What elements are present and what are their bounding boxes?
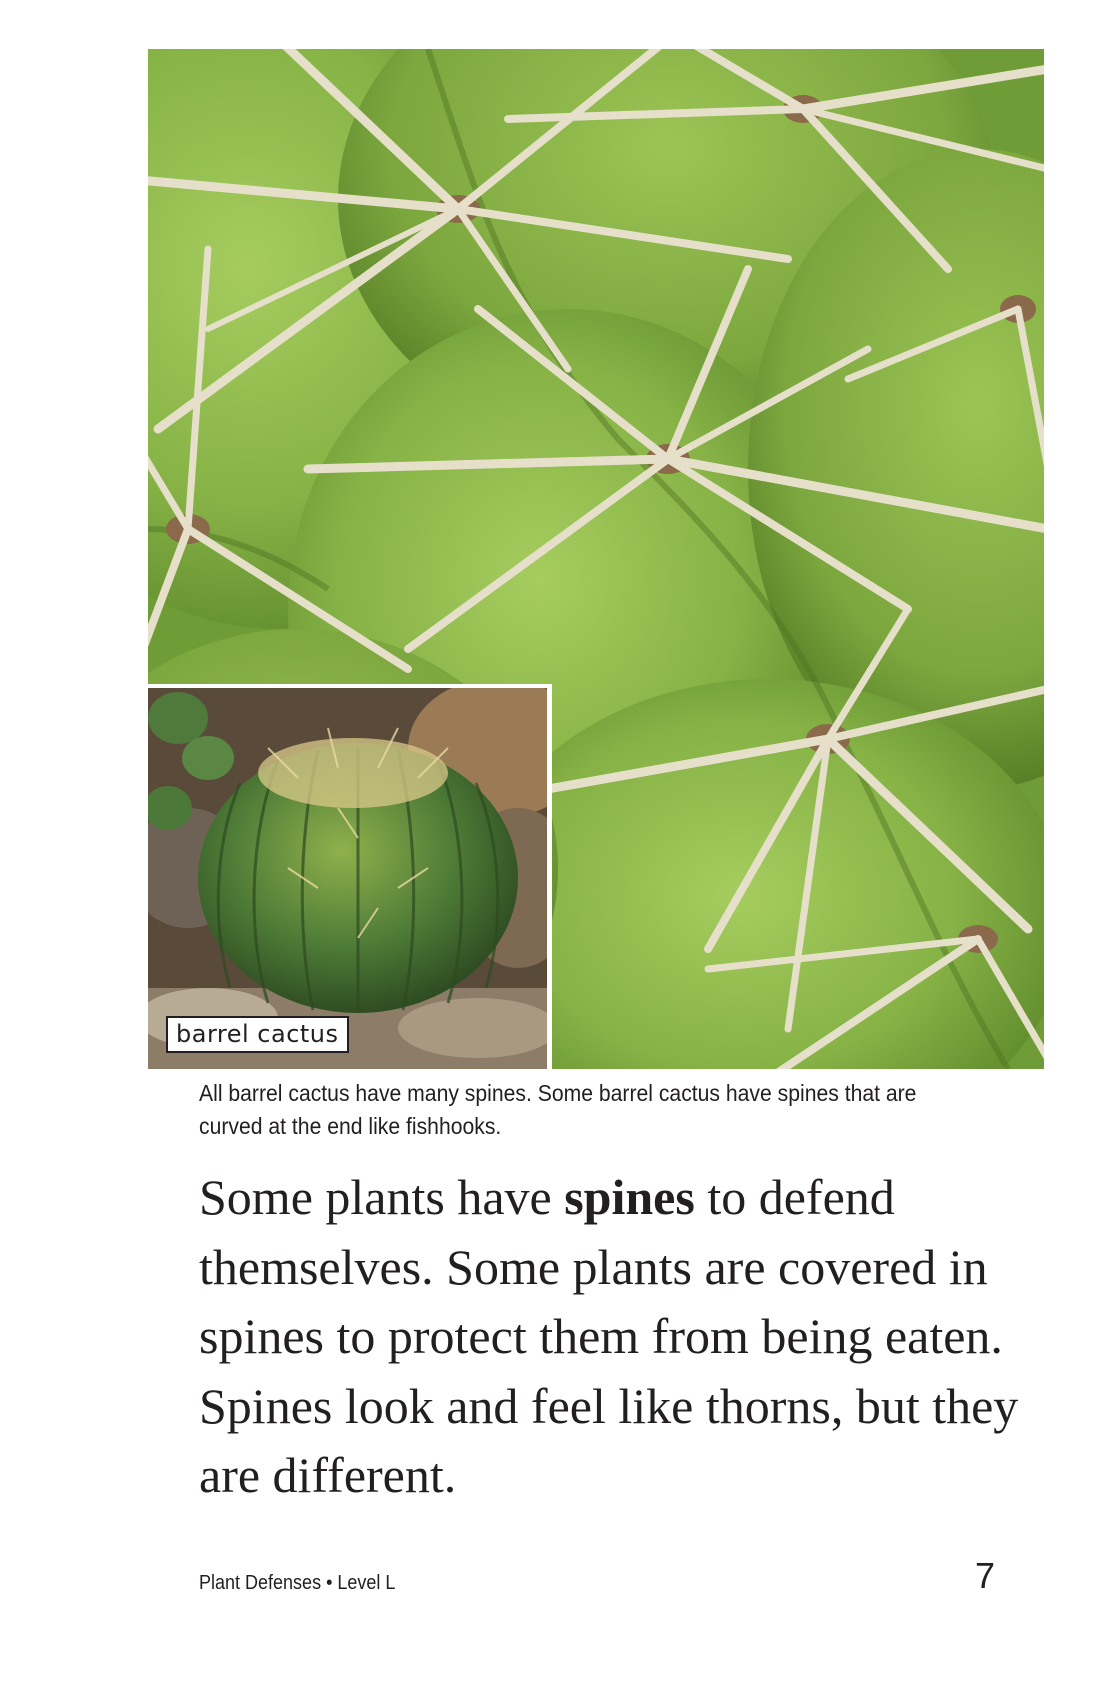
inset-photo: barrel cactus (148, 684, 552, 1069)
body-paragraph: Some plants have spines to defend themse… (199, 1163, 1019, 1511)
vocabulary-word: spines (564, 1169, 695, 1225)
footer-book-title: Plant Defenses • Level L (199, 1572, 396, 1594)
inset-label: barrel cactus (166, 1016, 349, 1053)
body-text-start: Some plants have (199, 1169, 565, 1225)
barrel-cactus-image (148, 688, 547, 1069)
photo-caption: All barrel cactus have many spines. Some… (199, 1080, 917, 1139)
page-number: 7 (974, 1555, 995, 1596)
